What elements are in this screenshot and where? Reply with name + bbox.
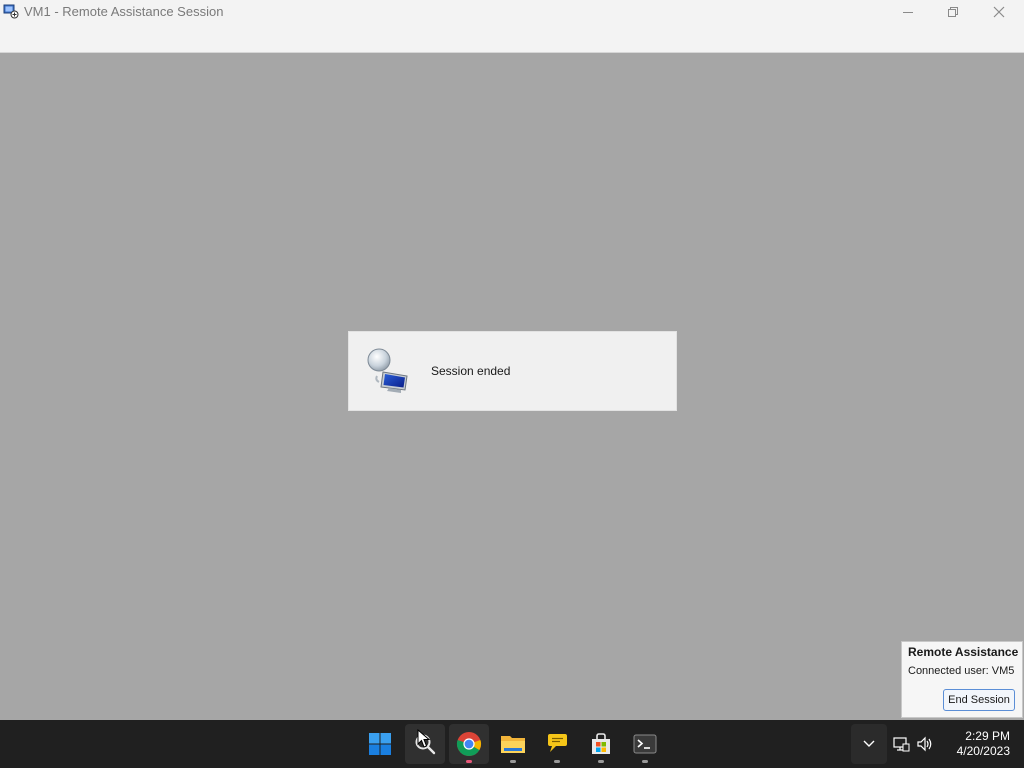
mouse-cursor-icon	[417, 729, 431, 748]
chevron-up-icon	[863, 740, 875, 747]
clock-time: 2:29 PM	[965, 729, 1010, 743]
clock-date: 4/20/2023	[956, 744, 1010, 758]
running-indicator	[598, 760, 604, 763]
taskbar-feedback-button[interactable]	[537, 724, 577, 764]
network-tray-button[interactable]	[890, 720, 912, 768]
network-icon	[893, 737, 910, 752]
store-icon	[592, 733, 610, 754]
running-indicator	[510, 760, 516, 763]
remote-assistance-panel: Remote Assistance Connected user: VM5 En…	[901, 641, 1023, 718]
remote-assistance-monitor-icon	[367, 348, 408, 393]
minimize-icon	[903, 12, 913, 13]
panel-title: Remote Assistance	[908, 645, 1019, 659]
show-hidden-icons-button[interactable]	[851, 724, 887, 764]
title-bar[interactable]: VM1 - Remote Assistance Session	[0, 0, 1024, 53]
remote-assistance-app-icon	[3, 4, 19, 19]
terminal-icon	[633, 734, 657, 754]
running-indicator	[642, 760, 648, 763]
end-session-button[interactable]: End Session	[943, 689, 1015, 711]
restore-icon	[948, 7, 958, 17]
volume-tray-button[interactable]	[914, 720, 936, 768]
taskbar-start-button[interactable]	[360, 724, 400, 764]
close-button[interactable]	[976, 0, 1022, 24]
chrome-icon	[456, 732, 482, 756]
running-indicator	[554, 760, 560, 763]
window-title: VM1 - Remote Assistance Session	[24, 4, 224, 19]
remote-assistance-window: VM1 - Remote Assistance Session Session …	[0, 0, 1024, 720]
windows-start-icon	[369, 733, 391, 755]
close-icon	[993, 6, 1005, 18]
taskbar-file-explorer-button[interactable]	[493, 724, 533, 764]
chat-bubble-icon	[548, 734, 567, 752]
folder-icon	[501, 736, 525, 753]
minimize-button[interactable]	[885, 0, 931, 24]
taskbar-store-button[interactable]	[581, 724, 621, 764]
connected-user-label: Connected user: VM5	[908, 665, 1015, 677]
taskbar: 2:29 PM 4/20/2023	[0, 720, 1024, 768]
taskbar-clock[interactable]: 2:29 PM 4/20/2023	[944, 729, 1010, 759]
restore-button[interactable]	[930, 0, 976, 24]
taskbar-search-button[interactable]	[405, 724, 445, 764]
session-ended-dialog: Session ended	[348, 331, 677, 411]
taskbar-terminal-button[interactable]	[625, 724, 665, 764]
running-indicator	[466, 760, 472, 763]
taskbar-chrome-button[interactable]	[449, 724, 489, 764]
volume-icon	[917, 736, 932, 752]
dialog-message: Session ended	[431, 364, 511, 378]
